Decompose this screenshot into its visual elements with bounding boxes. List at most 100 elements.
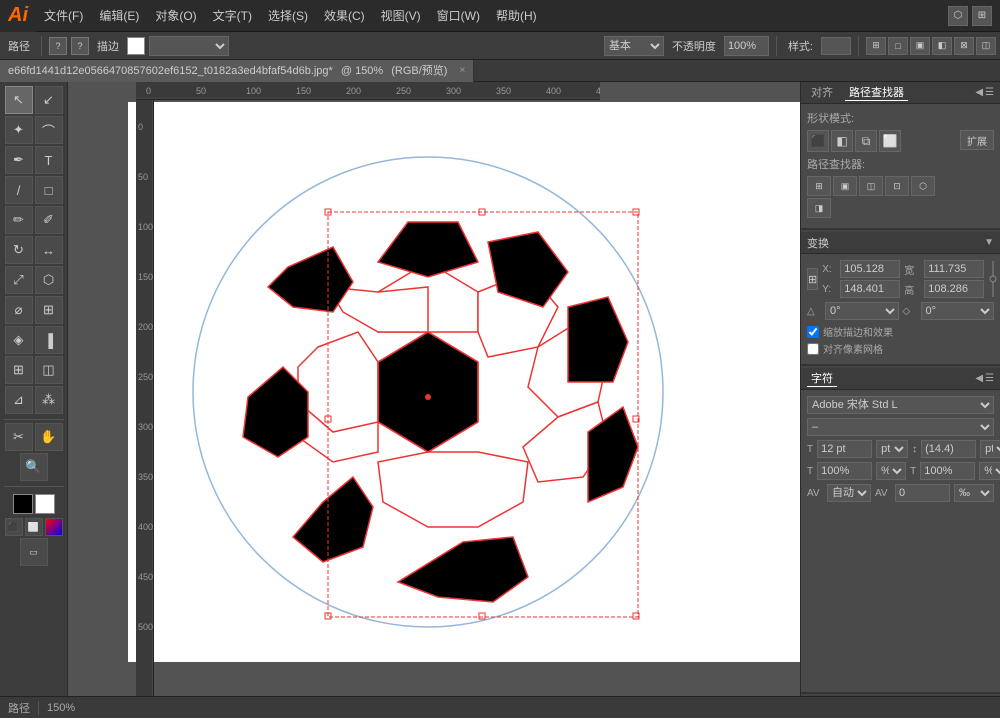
width-input[interactable]: 111.735 [924,260,984,278]
minus-front-btn[interactable]: ◧ [831,130,853,152]
select-tool[interactable]: ↖ [5,86,33,114]
pencil-tool[interactable]: ✐ [35,206,63,234]
mode-btn2[interactable]: ? [71,37,89,55]
scale-stroke-checkbox[interactable] [807,326,819,338]
toolbar-extra2[interactable]: □ [888,37,908,55]
leading-input[interactable] [921,440,976,458]
stroke-weight-select[interactable] [149,36,229,56]
svg-text:0: 0 [138,122,143,132]
scissors-tool[interactable]: ✂ [5,423,33,451]
hand-tool[interactable]: ✋ [35,423,63,451]
scale-tool[interactable]: ⤢ [5,266,33,294]
fill-color[interactable] [13,494,33,514]
rotate-tool[interactable]: ↻ [5,236,33,264]
magic-wand-tool[interactable]: ✦ [5,116,33,144]
toolbar-extra1[interactable]: ⊞ [866,37,886,55]
menu-file[interactable]: 文件(F) [36,0,91,32]
gradient-mode-btn[interactable] [45,518,63,536]
size-unit-select[interactable]: pt [876,440,908,458]
char-collapse-btn[interactable]: ◀ [975,373,983,384]
menu-view[interactable]: 视图(V) [373,0,429,32]
pathfinder-tab[interactable]: 路径查找器 [845,84,908,101]
tracking-unit[interactable]: ‰ [954,484,994,502]
fill-mode-btn[interactable]: ⬛ [5,518,23,536]
menu-window[interactable]: 窗口(W) [429,0,488,32]
font-family-select[interactable]: Adobe 宋体 Std L [807,396,994,414]
align-tab[interactable]: 对齐 [807,84,837,101]
transform-collapse-btn[interactable]: ▼ [984,237,994,248]
align-pixel-checkbox[interactable] [807,343,819,355]
stroke-color[interactable] [127,37,145,55]
panel-collapse-btn[interactable]: ◀ [975,87,983,98]
arrange-icon[interactable]: ⊞ [972,6,992,26]
char-menu-btn[interactable]: ☰ [985,373,994,384]
zoom-tool[interactable]: 🔍 [20,453,48,481]
hscale-input[interactable] [817,462,872,480]
reflect-tool[interactable]: ↔ [35,236,63,264]
mode-btn1[interactable]: ? [49,37,67,55]
blend-mode-select[interactable]: 基本 [604,36,664,56]
toolbar-extra5[interactable]: ⊠ [954,37,974,55]
menu-effect[interactable]: 效果(C) [316,0,373,32]
active-tab[interactable]: e66fd1441d12e0566470857602ef6152_t0182a3… [0,60,474,82]
menu-help[interactable]: 帮助(H) [488,0,545,32]
direct-select-tool[interactable]: ↙ [35,86,63,114]
gradient-tool[interactable]: ◫ [35,356,63,384]
exclude-btn[interactable]: ⬜ [879,130,901,152]
eyedropper-tool[interactable]: ⊿ [5,386,33,414]
x-input[interactable]: 105.128 [840,260,900,278]
crop-btn[interactable]: ⊡ [885,176,909,196]
free-transform-tool[interactable]: ⊞ [35,296,63,324]
column-graph-tool[interactable]: ▐ [35,326,63,354]
menu-select[interactable]: 选择(S) [260,0,316,32]
panel-menu-btn[interactable]: ☰ [985,87,994,98]
tracking-input[interactable] [895,484,950,502]
opacity-input[interactable] [724,36,769,56]
font-style-select[interactable]: – [807,418,994,436]
stroke-mode-btn[interactable]: ⬜ [25,518,43,536]
menu-object[interactable]: 对象(O) [147,0,204,32]
merge-btn[interactable]: ◫ [859,176,883,196]
type-tool[interactable]: T [35,146,63,174]
character-tab[interactable]: 字符 [807,370,837,387]
transform-link-icon[interactable]: ⊞ [807,268,818,290]
main-layout: ↖ ↙ ✦ ⌒ ✒ T / □ ✏ ✐ ↻ ↔ ⤢ ⬡ ⌀ ⊞ [0,82,1000,696]
vscale-input[interactable] [920,462,975,480]
tab-close-btn[interactable]: × [459,60,465,82]
unite-btn[interactable]: ⬛ [807,130,829,152]
shear-select[interactable]: 0° [921,302,995,320]
toolbar-extra4[interactable]: ◧ [932,37,952,55]
style-swatch[interactable] [821,37,851,55]
minus-back-btn[interactable]: ◨ [807,198,831,218]
stroke-color-swatch[interactable] [35,494,55,514]
lasso-tool[interactable]: ⌒ [35,116,63,144]
blend-tool[interactable]: ⁂ [35,386,63,414]
shear-tool[interactable]: ⬡ [35,266,63,294]
kerning-select[interactable]: 自动 [827,484,871,502]
menu-edit[interactable]: 编辑(E) [91,0,147,32]
angle-select[interactable]: 0° [825,302,899,320]
symbol-tool[interactable]: ◈ [5,326,33,354]
leading-unit-select[interactable]: pt [980,440,1000,458]
toolbar-extra6[interactable]: ◫ [976,37,996,55]
vscale-unit[interactable]: % [979,462,1000,480]
divide-btn[interactable]: ⊞ [807,176,831,196]
expand-btn[interactable]: 扩展 [960,130,994,150]
height-input[interactable]: 108.286 [924,280,984,298]
line-tool[interactable]: / [5,176,33,204]
y-input[interactable]: 148.401 [840,280,900,298]
draw-mode-btn[interactable]: ▭ [20,538,48,566]
warp-tool[interactable]: ⌀ [5,296,33,324]
intersect-btn[interactable]: ⧉ [855,130,877,152]
outline-btn[interactable]: ⬡ [911,176,935,196]
search-icon[interactable]: ⬡ [948,6,968,26]
mesh-tool[interactable]: ⊞ [5,356,33,384]
toolbar-extra3[interactable]: ▣ [910,37,930,55]
trim-btn[interactable]: ▣ [833,176,857,196]
font-size-input[interactable] [817,440,872,458]
menu-text[interactable]: 文字(T) [205,0,260,32]
paintbrush-tool[interactable]: ✏ [5,206,33,234]
pen-tool[interactable]: ✒ [5,146,33,174]
rect-tool[interactable]: □ [35,176,63,204]
hscale-unit[interactable]: % [876,462,906,480]
